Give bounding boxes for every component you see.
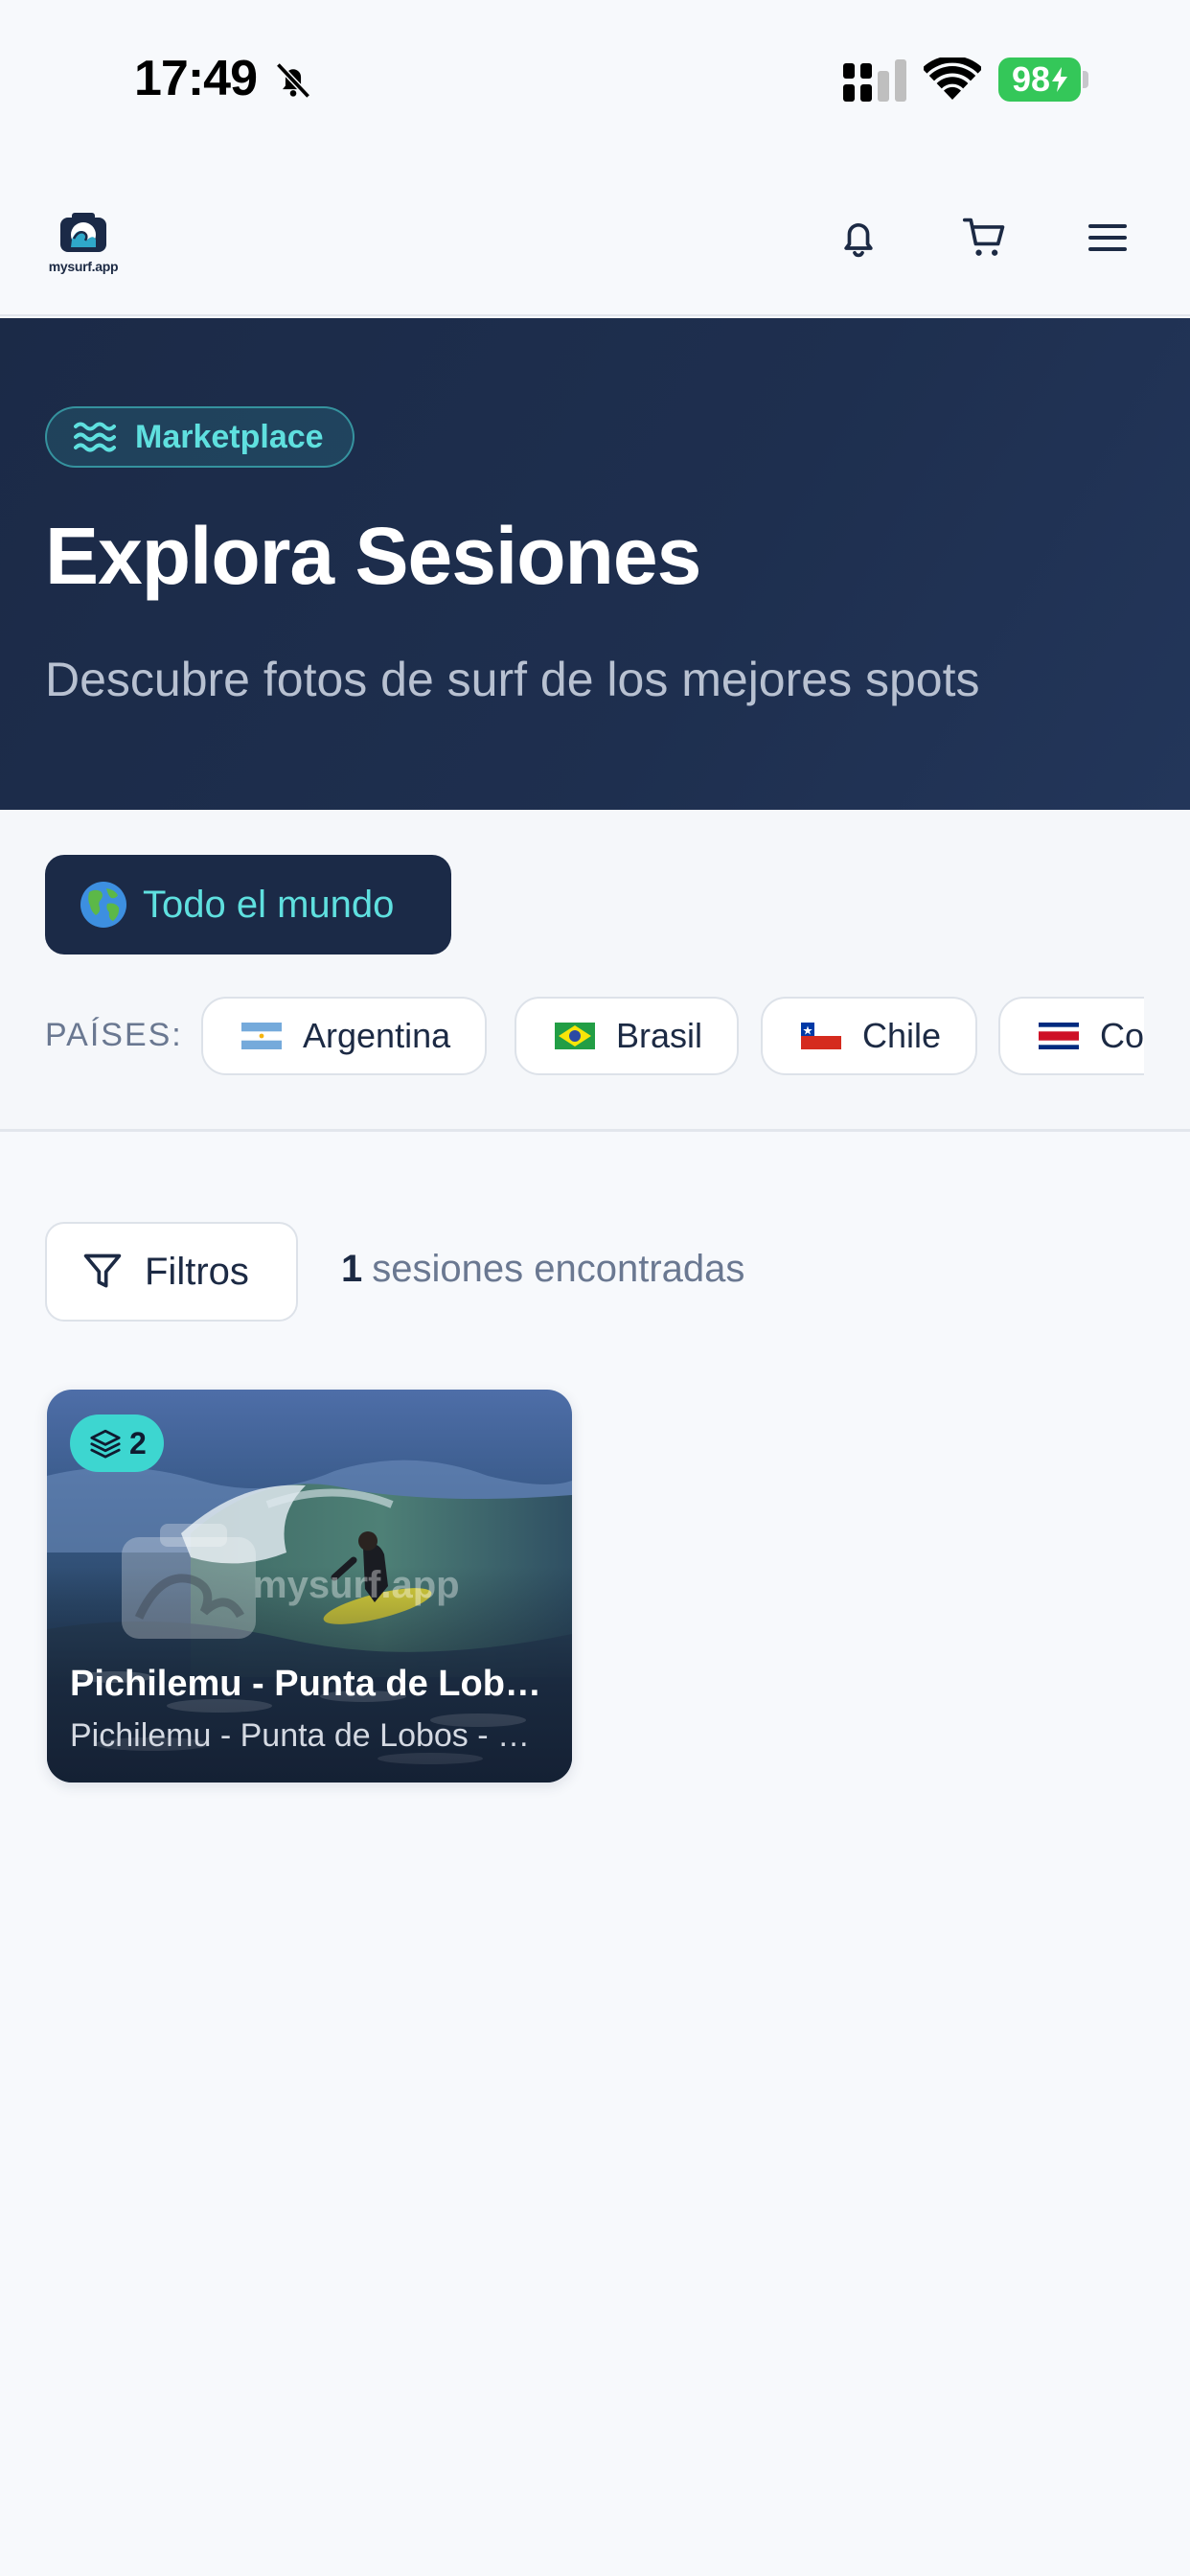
signal-icon [843, 59, 906, 102]
countries-label: PAÍSES: [45, 1017, 183, 1053]
bell-slash-icon [276, 62, 310, 99]
top-nav: mysurf.app [0, 163, 1190, 316]
marketplace-badge: Marketplace [45, 406, 355, 468]
country-chip-chile[interactable]: Chile [761, 997, 978, 1075]
chile-flag-icon [801, 1023, 841, 1049]
marketplace-badge-label: Marketplace [135, 418, 324, 455]
battery-indicator: 98 [998, 58, 1081, 102]
status-bar: 17:49 98 [0, 0, 1190, 163]
session-card[interactable]: mysurf.app 2 Pichilemu - Punta de Lobos … [47, 1390, 572, 1782]
cart-button[interactable] [958, 211, 1012, 264]
logo-text: mysurf.app [48, 259, 119, 274]
bell-icon [844, 222, 873, 258]
results-count: 1 [341, 1248, 363, 1290]
page-subtitle: Descubre fotos de surf de los mejores sp… [45, 653, 980, 706]
cart-icon [962, 218, 1005, 256]
filter-icon [83, 1254, 122, 1288]
country-chip-label: Brasil [616, 1016, 703, 1055]
country-chip-label: Costa Rica [1100, 1016, 1144, 1055]
session-location: Pichilemu - Punta de Lobos - Chile [70, 1717, 549, 1754]
filters-button[interactable]: Filtros [45, 1222, 298, 1322]
notifications-button[interactable] [832, 211, 885, 264]
world-filter-button[interactable]: Todo el mundo [45, 855, 451, 954]
argentina-flag-icon [241, 1023, 282, 1049]
globe-icon [80, 882, 126, 928]
world-filter-label: Todo el mundo [143, 883, 395, 926]
country-chip-label: Chile [862, 1016, 942, 1055]
layers-icon [90, 1429, 121, 1459]
photo-count: 2 [129, 1425, 147, 1460]
brazil-flag-icon [555, 1023, 595, 1049]
location-filter: Todo el mundo PAÍSES: Argentina Brasil C… [0, 810, 1190, 1132]
session-title: Pichilemu - Punta de Lobos - Chile [70, 1664, 549, 1704]
menu-icon [1088, 224, 1127, 251]
country-chip-argentina[interactable]: Argentina [201, 997, 488, 1075]
logo-camera-icon [60, 213, 106, 252]
watermark-text: mysurf.app [253, 1564, 460, 1606]
charging-bolt-icon [1052, 67, 1068, 92]
country-chip-label: Argentina [303, 1016, 451, 1055]
battery-cap [1083, 71, 1088, 88]
country-chip-costa-rica[interactable]: Costa Rica [998, 997, 1144, 1075]
photo-count-badge: 2 [70, 1414, 164, 1472]
battery-level: 98 [1011, 59, 1051, 99]
country-chip-brasil[interactable]: Brasil [515, 997, 740, 1075]
results-suffix: sesiones encontradas [372, 1248, 745, 1290]
costa-rica-flag-icon [1039, 1023, 1079, 1049]
logo[interactable]: mysurf.app [44, 211, 123, 278]
wifi-icon [924, 58, 981, 100]
country-chip-list[interactable]: Argentina Brasil Chile Co [201, 997, 1144, 1077]
waves-icon [74, 422, 116, 452]
status-time: 17:49 [134, 51, 258, 106]
filters-label: Filtros [145, 1250, 249, 1293]
menu-button[interactable] [1081, 211, 1134, 264]
page-title: Explora Sesiones [45, 511, 701, 601]
hero-banner: Marketplace Explora Sesiones Descubre fo… [0, 318, 1190, 810]
results-count-text: 1 sesiones encontradas [341, 1248, 744, 1291]
